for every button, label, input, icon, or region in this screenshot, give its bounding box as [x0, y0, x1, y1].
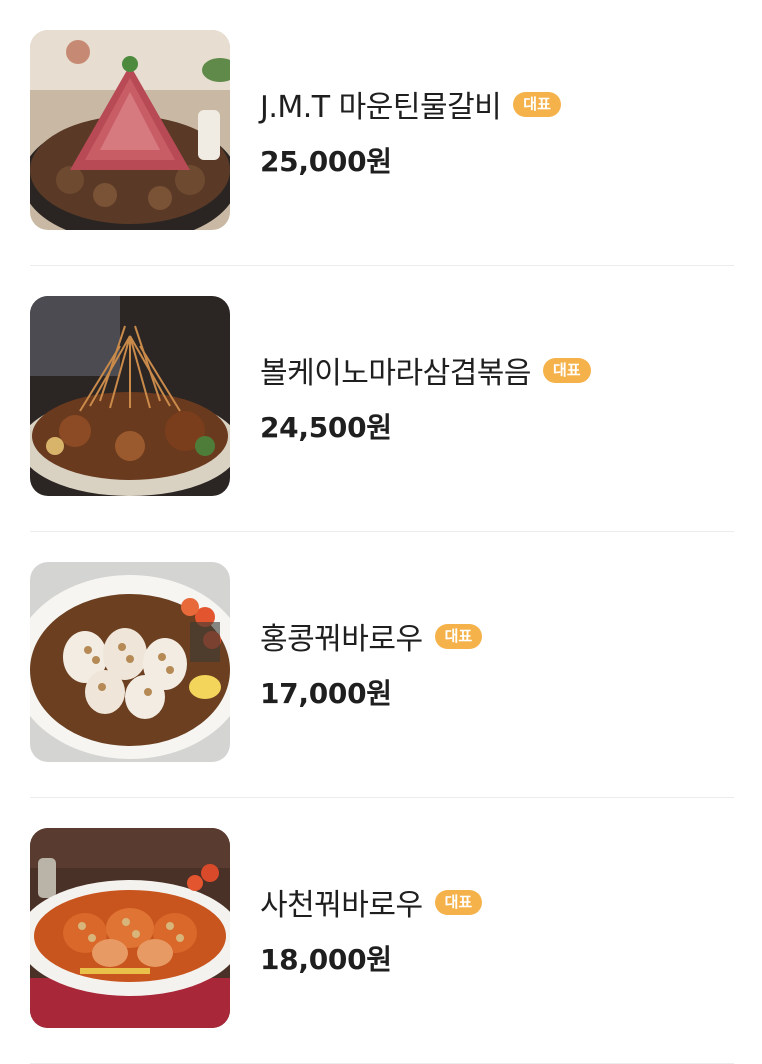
menu-name: 사천꿔바로우 — [260, 888, 423, 923]
menu-item[interactable]: 사천꿔바로우 대표 18,000원 — [30, 798, 734, 1064]
menu-item[interactable]: 홍콩꿔바로우 대표 17,000원 — [30, 532, 734, 798]
signature-badge: 대표 — [513, 91, 561, 117]
mala-pork-image — [30, 296, 230, 496]
food-image — [30, 296, 230, 496]
menu-price: 25,000원 — [260, 145, 392, 178]
beef-galbi-image — [30, 30, 230, 230]
sichuan-guobaorou-image — [30, 828, 230, 1028]
menu-list: J.M.T 마운틴물갈비 대표 25,000원 볼케이노마라삼겹볶음 대표 24… — [0, 0, 762, 1064]
signature-badge: 대표 — [543, 357, 591, 383]
menu-item[interactable]: 볼케이노마라삼겹볶음 대표 24,500원 — [30, 266, 734, 532]
menu-price: 24,500원 — [260, 411, 392, 444]
signature-badge: 대표 — [434, 623, 483, 649]
food-image — [30, 30, 230, 230]
menu-name: 홍콩꿔바로우 — [260, 622, 423, 657]
menu-name: J.M.T 마운틴물갈비 — [260, 90, 502, 125]
menu-price: 18,000원 — [260, 943, 392, 976]
food-image — [30, 828, 230, 1028]
menu-item[interactable]: J.M.T 마운틴물갈비 대표 25,000원 — [30, 0, 734, 266]
hongkong-guobaorou-image — [30, 562, 230, 762]
menu-price: 17,000원 — [260, 677, 392, 710]
menu-name: 볼케이노마라삼겹볶음 — [260, 356, 532, 391]
signature-badge: 대표 — [434, 889, 483, 915]
food-image — [30, 562, 230, 762]
